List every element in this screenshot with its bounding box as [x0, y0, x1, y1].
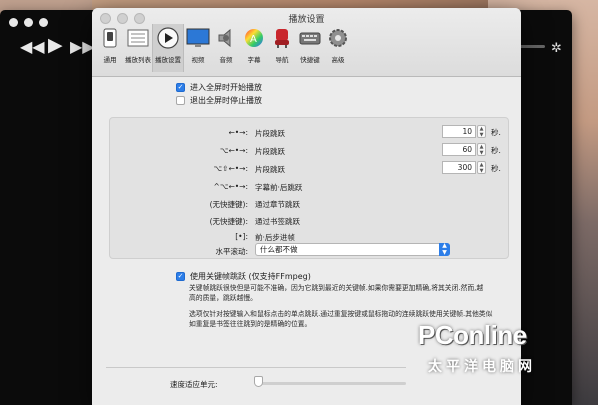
player-minimize-button[interactable] [24, 18, 33, 27]
tab-label: 高级 [331, 56, 345, 64]
keyframe-seek-label: 使用关键帧跳跃 (仅支持FFmpeg) [190, 272, 311, 281]
seek-description: 前·后步进帧 [255, 233, 295, 242]
tab-subtitles[interactable]: A 字幕 [240, 24, 268, 72]
keyframe-description: 关键帧跳跃很快但是可能不准确，因为它跳到最近的关键帧.如果你需要更加精确,将其关… [189, 284, 484, 302]
tab-label: 通用 [103, 56, 117, 64]
tab-general[interactable]: 通用 [96, 24, 124, 72]
seek-settings-group: ←•→: 片段跳跃 10 ▲ ▼ 秒. ⌥←•→: 片段跳跃 60 ▲ ▼ 秒. ⌥… [109, 117, 509, 259]
seek-description: 片段跳跃 [255, 165, 285, 174]
seek-row-6: (无快捷键): 通过书签跳跃 [110, 213, 508, 229]
checkbox-checked-icon: ✓ [176, 272, 185, 281]
fast-forward-icon[interactable]: ▶▶ [70, 37, 95, 56]
speaker-icon [214, 26, 238, 50]
seek-row-4: ^⌥←•→: 字幕前·后跳跃 [110, 179, 508, 195]
player-gear-icon[interactable]: ✲ [551, 41, 562, 56]
tab-playlist[interactable]: 播放列表 [124, 24, 152, 72]
seek-shortcut: (无快捷键): [209, 200, 248, 209]
speed-adapt-label: 速度适应单元: [170, 380, 218, 389]
tab-label: 音频 [219, 56, 233, 64]
seek-unit: 秒. [491, 164, 501, 173]
seek-shortcut: ^⌥←•→: [213, 182, 248, 191]
seek-unit: 秒. [491, 146, 501, 155]
tab-label: 导航 [275, 56, 289, 64]
tab-navigation[interactable]: 导航 [268, 24, 296, 72]
tab-label: 播放列表 [125, 56, 151, 64]
seek-seconds-field[interactable]: 60 [442, 143, 476, 156]
fullscreen-stop-checkbox[interactable]: 退出全屏时停止播放 [176, 95, 262, 106]
preferences-titlebar: 播放设置 通用 播放列表 播放设置 视频 音频 A 字幕 导航 快捷键 高级 [92, 8, 521, 77]
playlist-icon [126, 26, 150, 50]
fullscreen-start-label: 进入全屏时开始播放 [190, 83, 262, 92]
divider [106, 367, 406, 368]
seek-description: 通过书签跳跃 [255, 217, 300, 226]
seek-shortcut: ⌥⇧←•→: [213, 164, 248, 173]
player-zoom-button[interactable] [39, 18, 48, 27]
horizontal-scroll-label: 水平滚动: [215, 247, 248, 256]
tab-video[interactable]: 视频 [184, 24, 212, 72]
horizontal-scroll-row: 水平滚动: 什么都不做 ▲ ▼ [110, 242, 508, 259]
fullscreen-start-checkbox[interactable]: ✓ 进入全屏时开始播放 [176, 82, 262, 93]
seek-description: 字幕前·后跳跃 [255, 183, 303, 192]
play-circle-icon [156, 26, 180, 50]
seek-shortcut: ←•→: [228, 128, 248, 137]
player-window-controls [9, 18, 48, 27]
speed-adapt-slider[interactable] [256, 382, 406, 385]
svg-text:A: A [250, 34, 257, 45]
seek-stepper[interactable]: ▲ ▼ [477, 161, 486, 174]
keyframe-seek-checkbox[interactable]: ✓ 使用关键帧跳跃 (仅支持FFmpeg) [176, 271, 311, 282]
switch-icon [98, 26, 122, 50]
tab-label: 快捷键 [300, 56, 320, 64]
monitor-icon [186, 26, 210, 50]
watermark-logo: PConline [418, 320, 527, 350]
seek-stepper[interactable]: ▲ ▼ [477, 125, 486, 138]
watermark: PConline 太平洋电脑网 [418, 320, 593, 380]
player-close-button[interactable] [9, 18, 18, 27]
horizontal-scroll-select[interactable]: 什么都不做 ▲ ▼ [255, 242, 450, 256]
tab-advanced[interactable]: 高级 [324, 24, 352, 72]
color-wheel-icon: A [242, 26, 266, 50]
seat-icon [270, 26, 294, 50]
preferences-toolbar: 通用 播放列表 播放设置 视频 音频 A 字幕 导航 快捷键 高级 [96, 24, 352, 72]
watermark-subtitle: 太平洋电脑网 [428, 359, 536, 375]
speed-adapt-slider-handle[interactable] [254, 376, 263, 387]
seek-description: 片段跳跃 [255, 129, 285, 138]
tab-label: 字幕 [247, 56, 261, 64]
tab-label: 播放设置 [155, 56, 181, 64]
fullscreen-stop-label: 退出全屏时停止播放 [190, 96, 262, 105]
tab-shortcuts[interactable]: 快捷键 [296, 24, 324, 72]
seek-description: 片段跳跃 [255, 147, 285, 156]
seek-shortcut: ⌥←•→: [219, 146, 248, 155]
seek-description: 通过章节跳跃 [255, 200, 300, 209]
tab-playback[interactable]: 播放设置 [152, 24, 184, 72]
tab-audio[interactable]: 音频 [212, 24, 240, 72]
horizontal-scroll-value: 什么都不做 [260, 245, 298, 254]
seek-shortcut: [•]: [235, 232, 248, 241]
chevron-updown-icon: ▲ ▼ [439, 242, 450, 256]
seek-row-3: ⌥⇧←•→: 片段跳跃 300 ▲ ▼ 秒. [110, 161, 508, 177]
gear-icon [326, 26, 350, 50]
seek-shortcut: (无快捷键): [209, 217, 248, 226]
tab-label: 视频 [191, 56, 205, 64]
seek-stepper[interactable]: ▲ ▼ [477, 143, 486, 156]
seek-row-2: ⌥←•→: 片段跳跃 60 ▲ ▼ 秒. [110, 143, 508, 159]
seek-row-5: (无快捷键): 通过章节跳跃 [110, 196, 508, 212]
seek-unit: 秒. [491, 128, 501, 137]
checkbox-unchecked-icon [176, 96, 185, 105]
checkbox-checked-icon: ✓ [176, 83, 185, 92]
seek-seconds-field[interactable]: 300 [442, 161, 476, 174]
play-icon[interactable]: ▶ [48, 34, 63, 56]
keyboard-icon [298, 26, 322, 50]
seek-seconds-field[interactable]: 10 [442, 125, 476, 138]
rewind-icon[interactable]: ◀◀ [20, 37, 45, 56]
seek-row-1: ←•→: 片段跳跃 10 ▲ ▼ 秒. [110, 125, 508, 141]
